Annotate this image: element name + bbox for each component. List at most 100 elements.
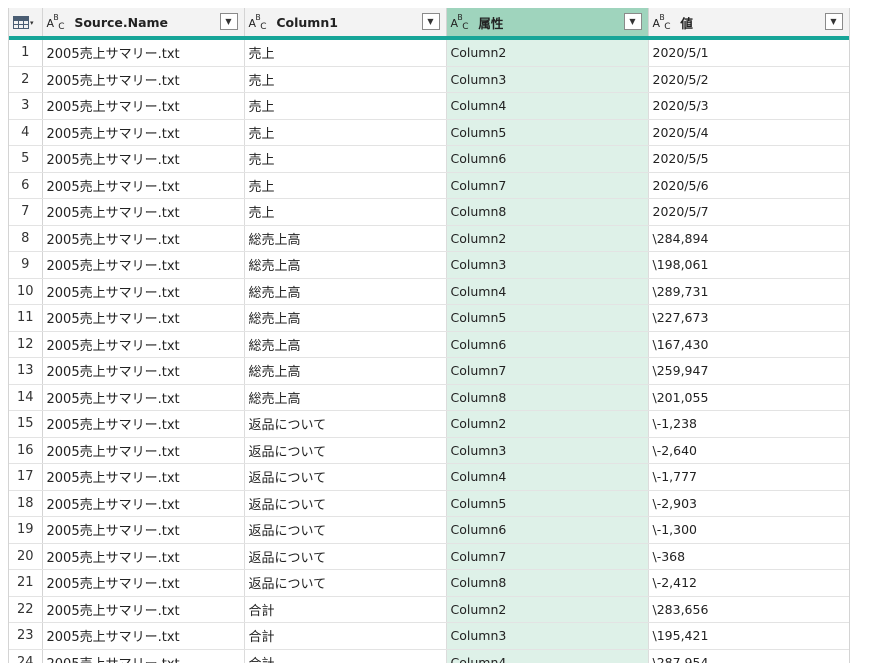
cell-value[interactable]: 2020/5/1	[648, 38, 849, 67]
cell-value[interactable]: 2020/5/2	[648, 66, 849, 93]
table-row[interactable]: 17 2005売上サマリー.txt 返品について Column4 \-1,777	[9, 463, 849, 491]
cell-attribute[interactable]: Column8	[446, 384, 649, 411]
cell-source-name[interactable]: 2005売上サマリー.txt	[42, 490, 245, 517]
cell-column1[interactable]: 合計	[244, 622, 447, 650]
cell-source-name[interactable]: 2005売上サマリー.txt	[42, 198, 245, 226]
cell-source-name[interactable]: 2005売上サマリー.txt	[42, 543, 245, 570]
cell-source-name[interactable]: 2005売上サマリー.txt	[42, 278, 245, 305]
cell-column1[interactable]: 売上	[244, 172, 447, 199]
cell-source-name[interactable]: 2005売上サマリー.txt	[42, 66, 245, 93]
filter-dropdown-icon[interactable]: ▼	[219, 13, 238, 30]
cell-column1[interactable]: 返品について	[244, 410, 447, 438]
cell-value[interactable]: \195,421	[648, 622, 849, 650]
cell-value[interactable]: \-2,903	[648, 490, 849, 517]
cell-value[interactable]: \287,954	[648, 649, 849, 663]
cell-attribute[interactable]: Column2	[446, 225, 649, 252]
table-row[interactable]: 18 2005売上サマリー.txt 返品について Column5 \-2,903	[9, 490, 849, 517]
cell-attribute[interactable]: Column3	[446, 437, 649, 464]
table-row[interactable]: 12 2005売上サマリー.txt 総売上高 Column6 \167,430	[9, 331, 849, 358]
cell-attribute[interactable]: Column7	[446, 543, 649, 570]
cell-column1[interactable]: 売上	[244, 198, 447, 226]
cell-source-name[interactable]: 2005売上サマリー.txt	[42, 225, 245, 252]
cell-column1[interactable]: 総売上高	[244, 384, 447, 411]
cell-attribute[interactable]: Column4	[446, 463, 649, 491]
cell-column1[interactable]: 総売上高	[244, 278, 447, 305]
table-row[interactable]: 3 2005売上サマリー.txt 売上 Column4 2020/5/3	[9, 92, 849, 120]
text-type-icon[interactable]: ABC	[47, 13, 65, 32]
cell-value[interactable]: 2020/5/5	[648, 145, 849, 173]
table-row[interactable]: 10 2005売上サマリー.txt 総売上高 Column4 \289,731	[9, 278, 849, 305]
cell-value[interactable]: \-2,412	[648, 569, 849, 597]
table-row[interactable]: 7 2005売上サマリー.txt 売上 Column8 2020/5/7	[9, 198, 849, 226]
cell-column1[interactable]: 返品について	[244, 437, 447, 464]
table-row[interactable]: 4 2005売上サマリー.txt 売上 Column5 2020/5/4	[9, 119, 849, 146]
cell-attribute[interactable]: Column8	[446, 198, 649, 226]
cell-source-name[interactable]: 2005売上サマリー.txt	[42, 119, 245, 146]
cell-column1[interactable]: 総売上高	[244, 225, 447, 252]
cell-attribute[interactable]: Column2	[446, 596, 649, 623]
cell-value[interactable]: \167,430	[648, 331, 849, 358]
cell-attribute[interactable]: Column4	[446, 92, 649, 120]
text-type-icon[interactable]: ABC	[249, 13, 267, 32]
table-menu-button[interactable]: ▾	[9, 8, 43, 40]
cell-column1[interactable]: 返品について	[244, 543, 447, 570]
cell-attribute[interactable]: Column6	[446, 145, 649, 173]
cell-value[interactable]: \-2,640	[648, 437, 849, 464]
cell-value[interactable]: \-1,238	[648, 410, 849, 438]
table-row[interactable]: 15 2005売上サマリー.txt 返品について Column2 \-1,238	[9, 410, 849, 438]
table-row[interactable]: 11 2005売上サマリー.txt 総売上高 Column5 \227,673	[9, 304, 849, 332]
cell-value[interactable]: \-1,300	[648, 516, 849, 544]
table-row[interactable]: 20 2005売上サマリー.txt 返品について Column7 \-368	[9, 543, 849, 570]
cell-attribute[interactable]: Column4	[446, 278, 649, 305]
text-type-icon[interactable]: ABC	[653, 13, 671, 32]
cell-attribute[interactable]: Column8	[446, 569, 649, 597]
table-row[interactable]: 8 2005売上サマリー.txt 総売上高 Column2 \284,894	[9, 225, 849, 252]
table-row[interactable]: 5 2005売上サマリー.txt 売上 Column6 2020/5/5	[9, 145, 849, 173]
cell-attribute[interactable]: Column5	[446, 304, 649, 332]
cell-value[interactable]: \227,673	[648, 304, 849, 332]
cell-attribute[interactable]: Column3	[446, 622, 649, 650]
cell-column1[interactable]: 総売上高	[244, 251, 447, 279]
cell-attribute[interactable]: Column5	[446, 119, 649, 146]
cell-attribute[interactable]: Column5	[446, 490, 649, 517]
cell-source-name[interactable]: 2005売上サマリー.txt	[42, 331, 245, 358]
cell-attribute[interactable]: Column6	[446, 516, 649, 544]
filter-dropdown-icon[interactable]: ▼	[824, 13, 843, 30]
cell-column1[interactable]: 合計	[244, 649, 447, 663]
cell-column1[interactable]: 総売上高	[244, 357, 447, 385]
table-row[interactable]: 14 2005売上サマリー.txt 総売上高 Column8 \201,055	[9, 384, 849, 411]
cell-source-name[interactable]: 2005売上サマリー.txt	[42, 569, 245, 597]
cell-source-name[interactable]: 2005売上サマリー.txt	[42, 384, 245, 411]
cell-source-name[interactable]: 2005売上サマリー.txt	[42, 357, 245, 385]
cell-source-name[interactable]: 2005売上サマリー.txt	[42, 410, 245, 438]
cell-column1[interactable]: 売上	[244, 38, 447, 67]
cell-value[interactable]: \283,656	[648, 596, 849, 623]
cell-source-name[interactable]: 2005売上サマリー.txt	[42, 596, 245, 623]
table-row[interactable]: 23 2005売上サマリー.txt 合計 Column3 \195,421	[9, 622, 849, 650]
cell-column1[interactable]: 売上	[244, 119, 447, 146]
cell-column1[interactable]: 売上	[244, 92, 447, 120]
cell-source-name[interactable]: 2005売上サマリー.txt	[42, 145, 245, 173]
cell-column1[interactable]: 売上	[244, 66, 447, 93]
cell-column1[interactable]: 返品について	[244, 569, 447, 597]
cell-attribute[interactable]: Column2	[446, 38, 649, 67]
table-row[interactable]: 13 2005売上サマリー.txt 総売上高 Column7 \259,947	[9, 357, 849, 385]
cell-value[interactable]: 2020/5/3	[648, 92, 849, 120]
cell-value[interactable]: 2020/5/4	[648, 119, 849, 146]
cell-source-name[interactable]: 2005売上サマリー.txt	[42, 172, 245, 199]
cell-column1[interactable]: 返品について	[244, 463, 447, 491]
column-header-attribute[interactable]: ABC 属性 ▼	[446, 8, 649, 40]
cell-attribute[interactable]: Column7	[446, 172, 649, 199]
cell-value[interactable]: \-1,777	[648, 463, 849, 491]
cell-column1[interactable]: 返品について	[244, 490, 447, 517]
cell-value[interactable]: \198,061	[648, 251, 849, 279]
cell-value[interactable]: 2020/5/7	[648, 198, 849, 226]
cell-attribute[interactable]: Column2	[446, 410, 649, 438]
table-row[interactable]: 6 2005売上サマリー.txt 売上 Column7 2020/5/6	[9, 172, 849, 199]
table-row[interactable]: 16 2005売上サマリー.txt 返品について Column3 \-2,640	[9, 437, 849, 464]
cell-value[interactable]: \201,055	[648, 384, 849, 411]
query-preview-grid[interactable]: ▾ ABC Source.Name ▼ ABC Column1 ▼ ABC 属性…	[8, 8, 850, 663]
cell-attribute[interactable]: Column7	[446, 357, 649, 385]
cell-value[interactable]: \-368	[648, 543, 849, 570]
cell-value[interactable]: \259,947	[648, 357, 849, 385]
